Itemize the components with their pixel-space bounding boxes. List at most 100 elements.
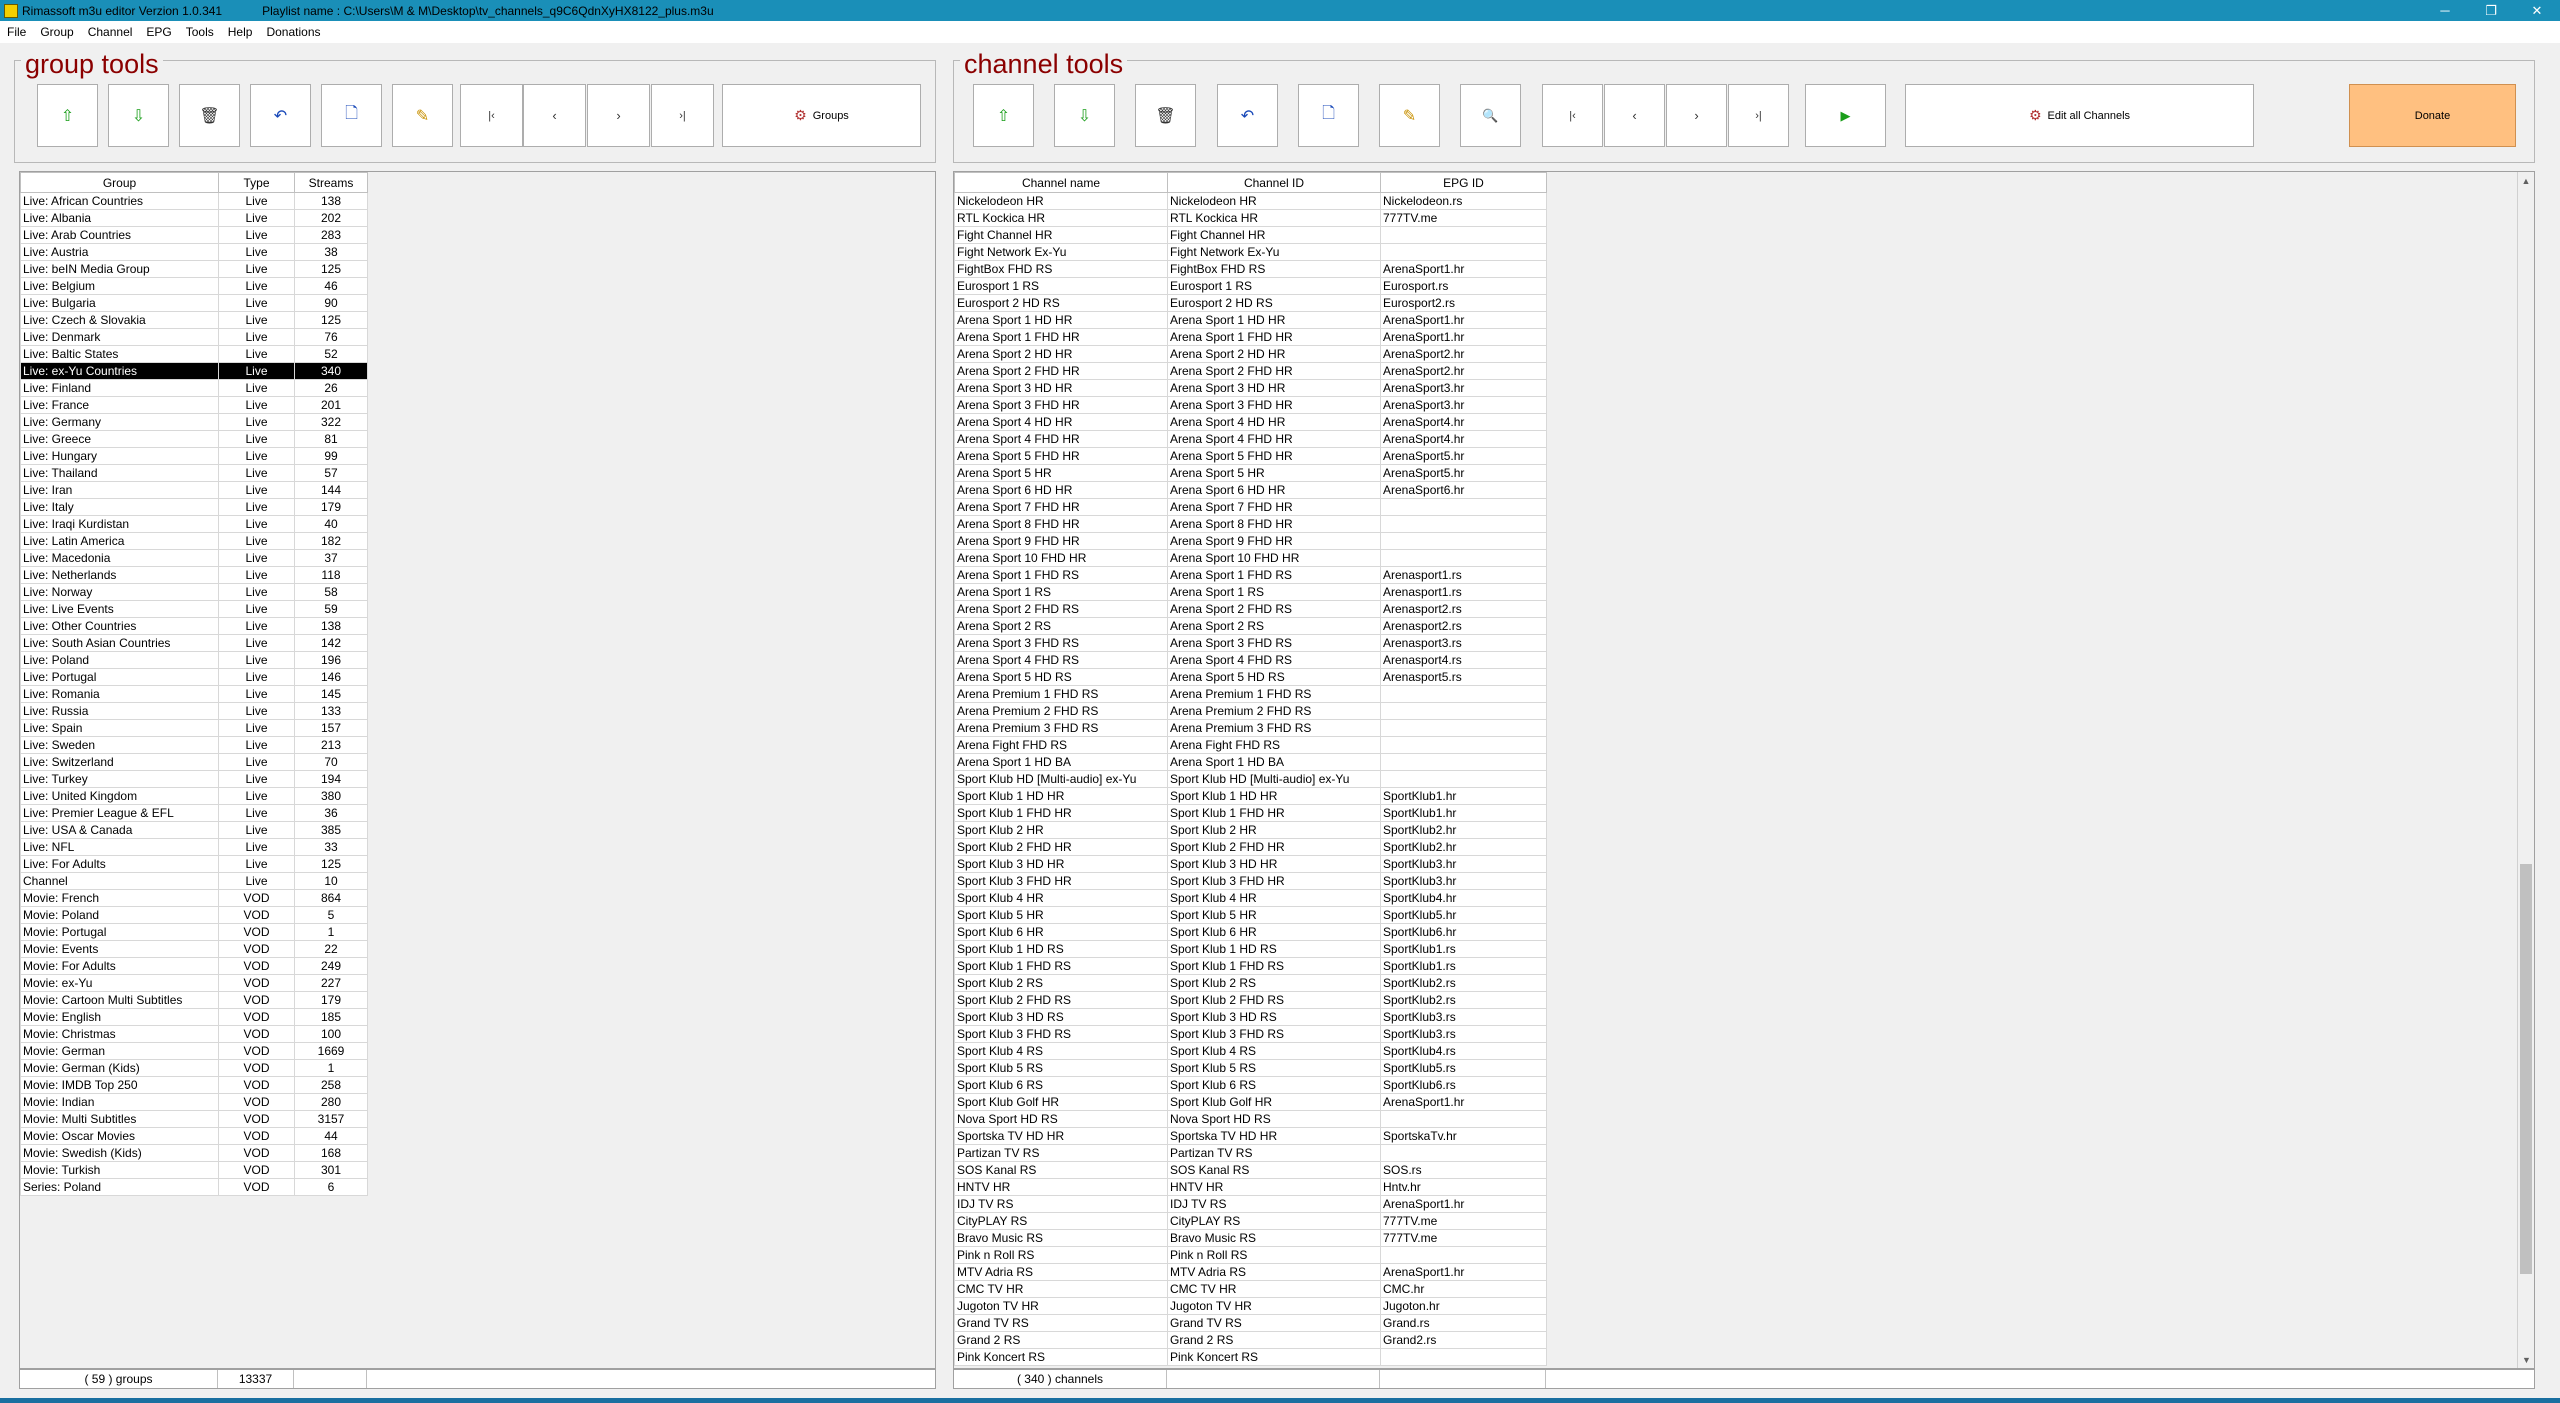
- channel-row[interactable]: Arena Sport 4 HD HR Arena Sport 4 HD HR Ar…: [954, 413, 1547, 431]
- channel-row[interactable]: Arena Sport 1 FHD HR Arena Sport 1 FHD HR…: [954, 328, 1547, 346]
- group-prev-button[interactable]: ‹: [523, 84, 586, 147]
- group-row[interactable]: Live: Greece Live 81: [20, 430, 368, 448]
- scroll-down-icon[interactable]: ▼: [2518, 1351, 2534, 1368]
- group-row[interactable]: Live: Spain Live 157: [20, 719, 368, 737]
- menu-help[interactable]: Help: [221, 25, 260, 39]
- group-row[interactable]: Channel Live 10: [20, 872, 368, 890]
- channel-row[interactable]: Arena Premium 2 FHD RS Arena Premium 2 FH…: [954, 702, 1547, 720]
- group-row[interactable]: Movie: German VOD 1669: [20, 1042, 368, 1060]
- channel-row[interactable]: Jugoton TV HR Jugoton TV HR Jugoton.hr: [954, 1297, 1547, 1315]
- group-row[interactable]: Live: Belgium Live 46: [20, 277, 368, 295]
- channel-row[interactable]: Pink Koncert RS Pink Koncert RS: [954, 1348, 1547, 1366]
- group-row[interactable]: Live: For Adults Live 125: [20, 855, 368, 873]
- group-row[interactable]: Live: Netherlands Live 118: [20, 566, 368, 584]
- channel-col-name[interactable]: Channel name: [954, 172, 1168, 193]
- group-delete-button[interactable]: 🗑: [179, 84, 240, 147]
- channel-row[interactable]: Arena Sport 2 HD HR Arena Sport 2 HD HR Ar…: [954, 345, 1547, 363]
- channel-row[interactable]: Fight Network Ex-Yu Fight Network Ex-Yu: [954, 243, 1547, 261]
- group-row[interactable]: Movie: Christmas VOD 100: [20, 1025, 368, 1043]
- channel-row[interactable]: Sport Klub 3 HD RS Sport Klub 3 HD RS Spor…: [954, 1008, 1547, 1026]
- channel-row[interactable]: SOS Kanal RS SOS Kanal RS SOS.rs: [954, 1161, 1547, 1179]
- channel-row[interactable]: Arena Sport 5 HD RS Arena Sport 5 HD RS Ar…: [954, 668, 1547, 686]
- group-row[interactable]: Live: Bulgaria Live 90: [20, 294, 368, 312]
- group-row[interactable]: Movie: IMDB Top 250 VOD 258: [20, 1076, 368, 1094]
- channel-row[interactable]: Sport Klub 3 FHD HR Sport Klub 3 FHD HR Sp…: [954, 872, 1547, 890]
- channel-first-button[interactable]: |‹: [1542, 84, 1603, 147]
- channel-row[interactable]: Arena Sport 9 FHD HR Arena Sport 9 FHD HR: [954, 532, 1547, 550]
- channel-row[interactable]: Nickelodeon HR Nickelodeon HR Nickelodeon.…: [954, 192, 1547, 210]
- menu-file[interactable]: File: [0, 25, 33, 39]
- group-row[interactable]: Live: Sweden Live 213: [20, 736, 368, 754]
- group-row[interactable]: Live: Other Countries Live 138: [20, 617, 368, 635]
- menu-channel[interactable]: Channel: [81, 25, 140, 39]
- channel-move-down-button[interactable]: ⇩: [1054, 84, 1115, 147]
- group-edit-button[interactable]: ✎: [392, 84, 453, 147]
- group-row[interactable]: Live: Iraqi Kurdistan Live 40: [20, 515, 368, 533]
- channel-row[interactable]: Sportska TV HD HR Sportska TV HD HR Sports…: [954, 1127, 1547, 1145]
- channel-row[interactable]: Sport Klub 2 FHD HR Sport Klub 2 FHD HR Sp…: [954, 838, 1547, 856]
- group-row[interactable]: Live: African Countries Live 138: [20, 192, 368, 210]
- channel-row[interactable]: Arena Sport 3 HD HR Arena Sport 3 HD HR Ar…: [954, 379, 1547, 397]
- group-new-button[interactable]: 🗋: [321, 84, 382, 147]
- channel-prev-button[interactable]: ‹: [1604, 84, 1665, 147]
- group-row[interactable]: Live: France Live 201: [20, 396, 368, 414]
- group-row[interactable]: Movie: ex-Yu VOD 227: [20, 974, 368, 992]
- channel-row[interactable]: Fight Channel HR Fight Channel HR: [954, 226, 1547, 244]
- channel-row[interactable]: Grand TV RS Grand TV RS Grand.rs: [954, 1314, 1547, 1332]
- channel-col-epg[interactable]: EPG ID: [1380, 172, 1547, 193]
- channel-row[interactable]: Pink n Roll RS Pink n Roll RS: [954, 1246, 1547, 1264]
- group-row[interactable]: Live: Premier League & EFL Live 36: [20, 804, 368, 822]
- group-row[interactable]: Live: USA & Canada Live 385: [20, 821, 368, 839]
- group-row[interactable]: Movie: Oscar Movies VOD 44: [20, 1127, 368, 1145]
- group-row[interactable]: Movie: Swedish (Kids) VOD 168: [20, 1144, 368, 1162]
- group-row[interactable]: Series: Poland VOD 6: [20, 1178, 368, 1196]
- channel-col-id[interactable]: Channel ID: [1167, 172, 1381, 193]
- channel-row[interactable]: Eurosport 1 RS Eurosport 1 RS Eurosport.rs: [954, 277, 1547, 295]
- channel-play-button[interactable]: ▶: [1805, 84, 1886, 147]
- channel-row[interactable]: Grand 2 RS Grand 2 RS Grand2.rs: [954, 1331, 1547, 1349]
- channel-row[interactable]: Arena Sport 10 FHD HR Arena Sport 10 FHD …: [954, 549, 1547, 567]
- group-row[interactable]: Live: Denmark Live 76: [20, 328, 368, 346]
- channel-row[interactable]: Sport Klub 5 HR Sport Klub 5 HR SportKlub5…: [954, 906, 1547, 924]
- channel-row[interactable]: Arena Sport 6 HD HR Arena Sport 6 HD HR Ar…: [954, 481, 1547, 499]
- groups-button[interactable]: ⚙ Groups: [722, 84, 921, 147]
- restore-button[interactable]: ❐: [2468, 0, 2514, 21]
- group-row[interactable]: Live: Austria Live 38: [20, 243, 368, 261]
- channel-row[interactable]: Partizan TV RS Partizan TV RS: [954, 1144, 1547, 1162]
- channel-row[interactable]: Sport Klub Golf HR Sport Klub Golf HR Aren…: [954, 1093, 1547, 1111]
- menu-epg[interactable]: EPG: [139, 25, 178, 39]
- group-row[interactable]: Live: Poland Live 196: [20, 651, 368, 669]
- channel-row[interactable]: Arena Sport 2 RS Arena Sport 2 RS Arenaspo…: [954, 617, 1547, 635]
- scroll-up-icon[interactable]: ▲: [2518, 172, 2534, 189]
- channel-last-button[interactable]: ›|: [1728, 84, 1789, 147]
- channel-row[interactable]: Sport Klub 1 HD HR Sport Klub 1 HD HR Spor…: [954, 787, 1547, 805]
- group-last-button[interactable]: ›|: [651, 84, 714, 147]
- channel-row[interactable]: Sport Klub 1 HD RS Sport Klub 1 HD RS Spor…: [954, 940, 1547, 958]
- group-row[interactable]: Live: Finland Live 26: [20, 379, 368, 397]
- group-row[interactable]: Live: Albania Live 202: [20, 209, 368, 227]
- group-row[interactable]: Live: Arab Countries Live 283: [20, 226, 368, 244]
- group-row[interactable]: Live: Macedonia Live 37: [20, 549, 368, 567]
- group-row[interactable]: Live: Thailand Live 57: [20, 464, 368, 482]
- donate-button[interactable]: Donate: [2349, 84, 2516, 147]
- channel-row[interactable]: Eurosport 2 HD RS Eurosport 2 HD RS Eurosp…: [954, 294, 1547, 312]
- channel-row[interactable]: Sport Klub 6 HR Sport Klub 6 HR SportKlub6…: [954, 923, 1547, 941]
- scroll-thumb[interactable]: [2520, 864, 2532, 1274]
- channel-row[interactable]: CMC TV HR CMC TV HR CMC.hr: [954, 1280, 1547, 1298]
- channel-row[interactable]: Arena Sport 3 FHD RS Arena Sport 3 FHD RS…: [954, 634, 1547, 652]
- channel-row[interactable]: Arena Sport 1 FHD RS Arena Sport 1 FHD RS…: [954, 566, 1547, 584]
- channel-row[interactable]: Arena Sport 1 HD HR Arena Sport 1 HD HR Ar…: [954, 311, 1547, 329]
- group-move-down-button[interactable]: ⇩: [108, 84, 169, 147]
- group-row[interactable]: Movie: Multi Subtitles VOD 3157: [20, 1110, 368, 1128]
- channel-row[interactable]: Arena Sport 1 RS Arena Sport 1 RS Arenaspo…: [954, 583, 1547, 601]
- channel-row[interactable]: Sport Klub HD [Multi-audio] ex-Yu Sport K…: [954, 770, 1547, 788]
- group-row[interactable]: Movie: Events VOD 22: [20, 940, 368, 958]
- channel-row[interactable]: Sport Klub 4 HR Sport Klub 4 HR SportKlub4…: [954, 889, 1547, 907]
- group-row[interactable]: Movie: Portugal VOD 1: [20, 923, 368, 941]
- channel-row[interactable]: HNTV HR HNTV HR Hntv.hr: [954, 1178, 1547, 1196]
- channel-row[interactable]: CityPLAY RS CityPLAY RS 777TV.me: [954, 1212, 1547, 1230]
- group-row[interactable]: Live: Czech & Slovakia Live 125: [20, 311, 368, 329]
- group-row[interactable]: Movie: English VOD 185: [20, 1008, 368, 1026]
- channel-move-up-button[interactable]: ⇧: [973, 84, 1034, 147]
- channel-row[interactable]: Arena Sport 7 FHD HR Arena Sport 7 FHD HR: [954, 498, 1547, 516]
